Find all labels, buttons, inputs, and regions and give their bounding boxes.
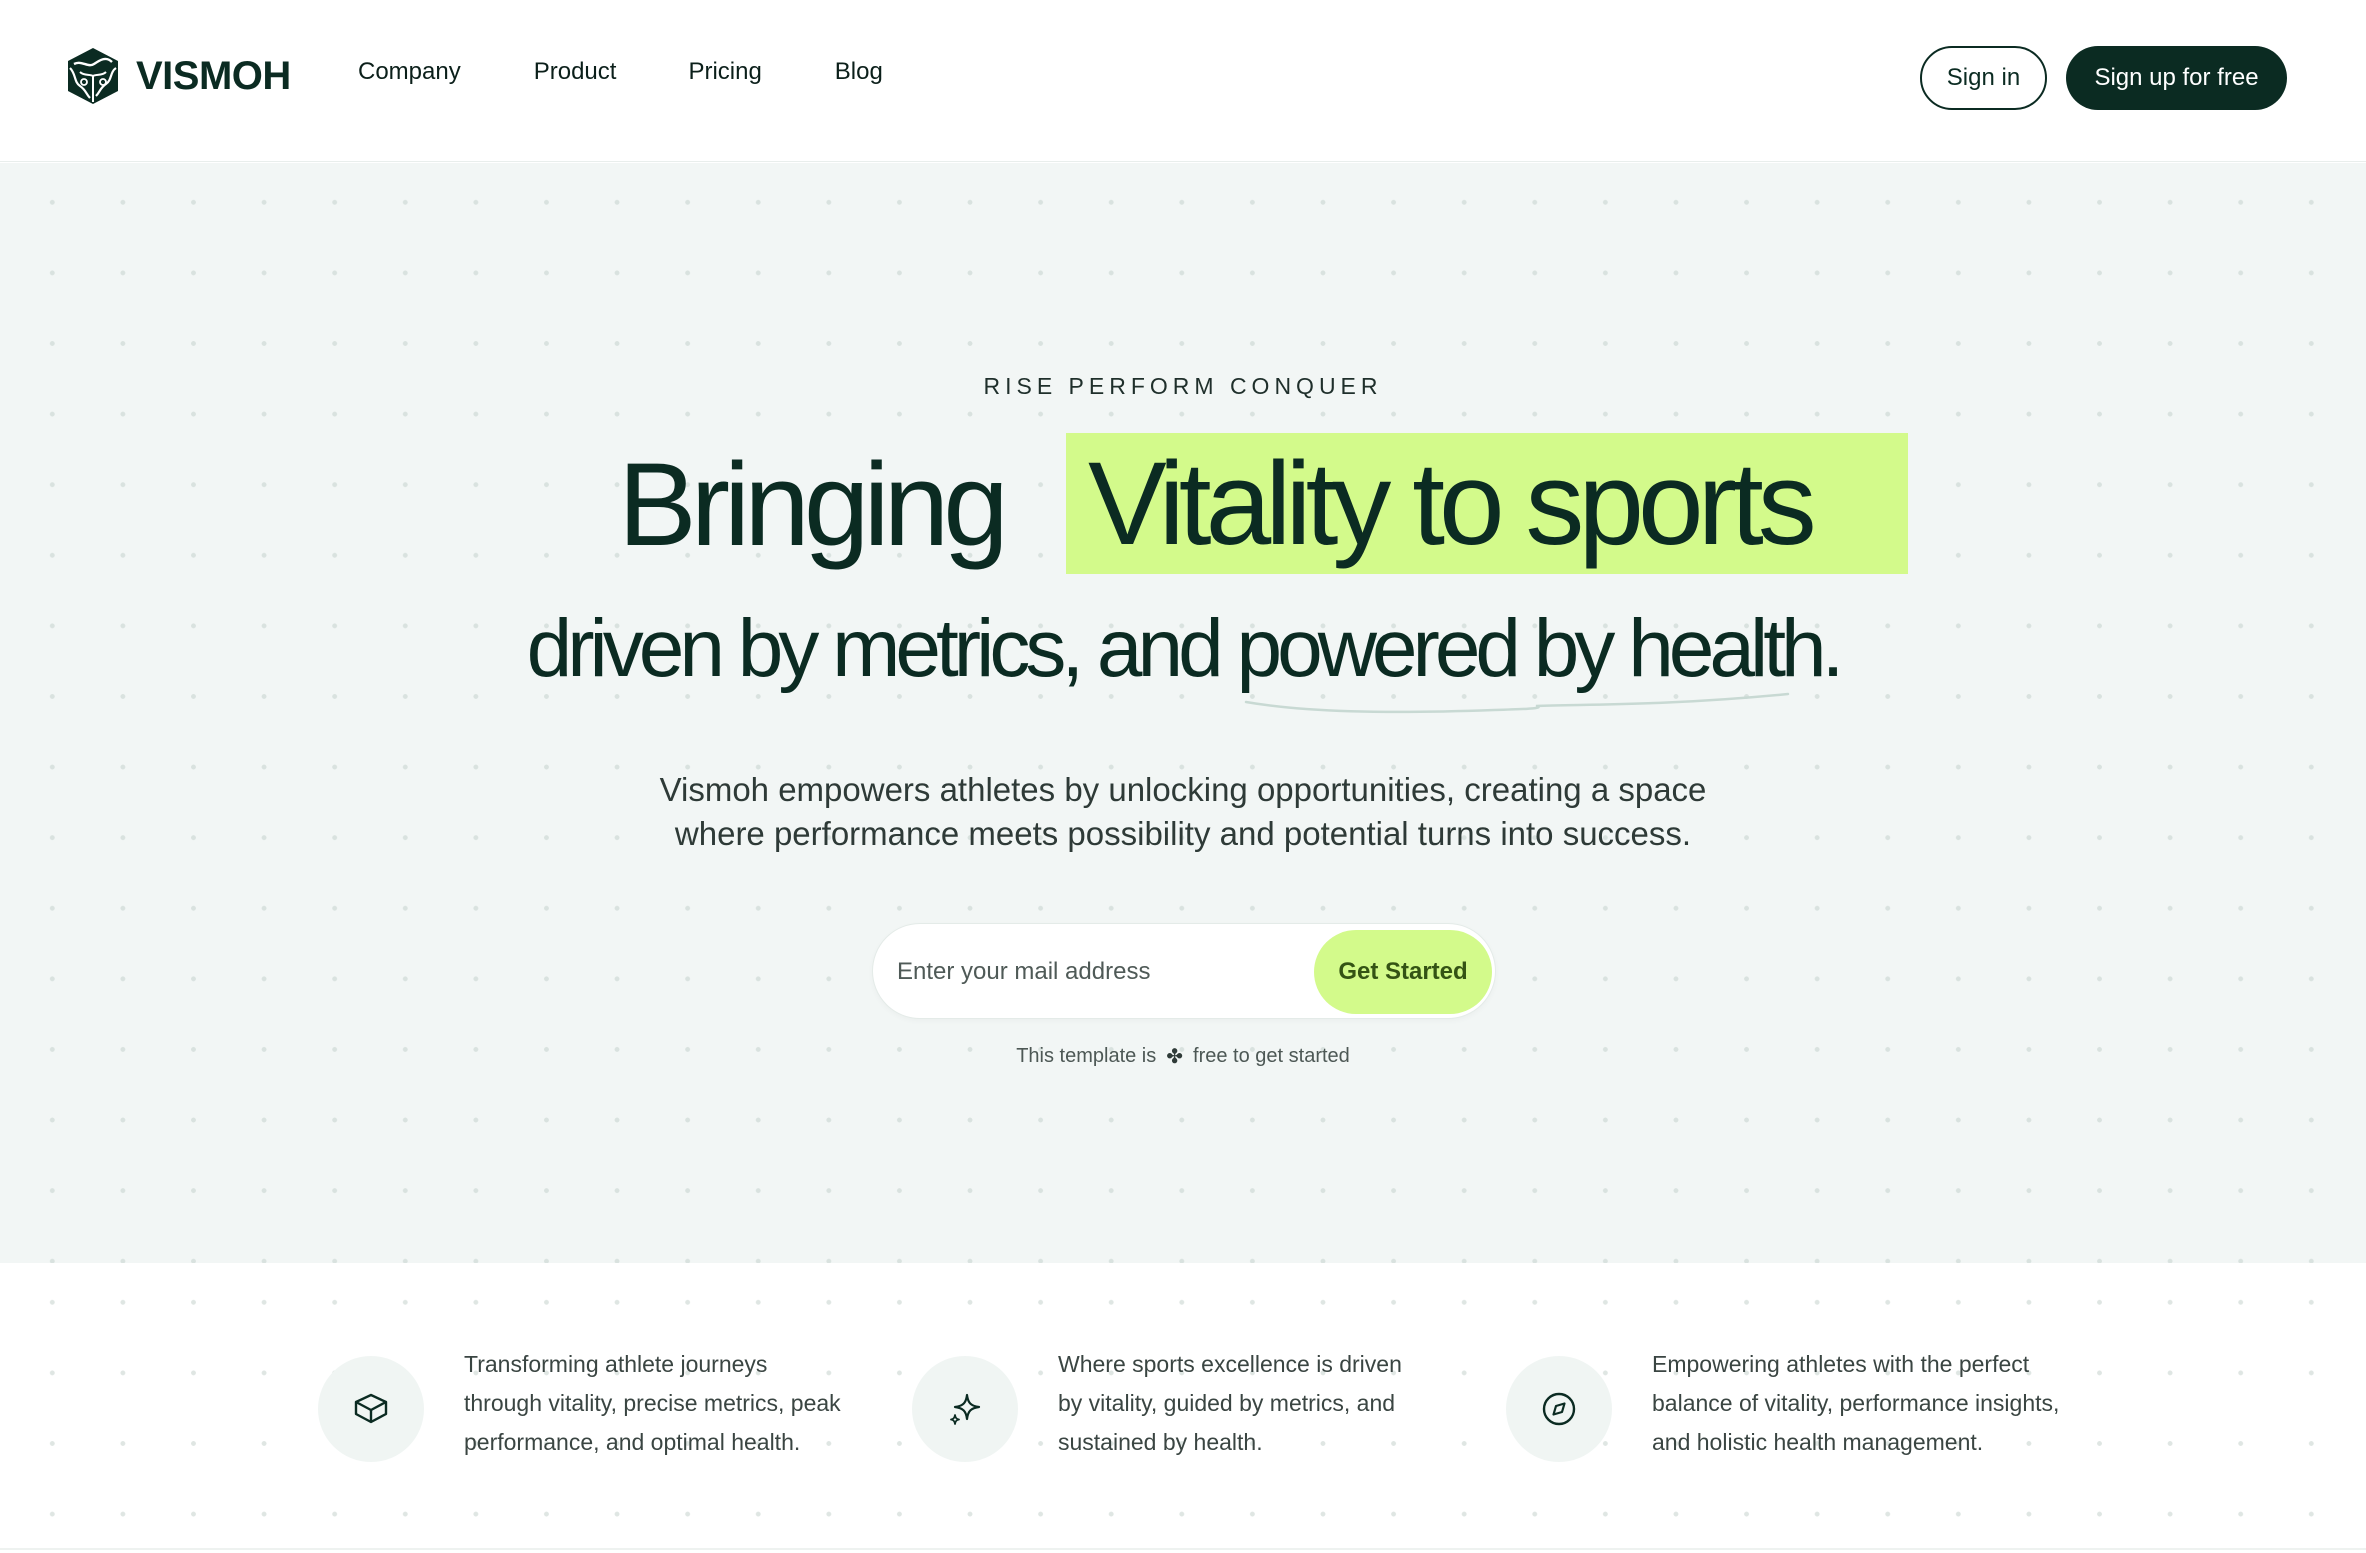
feature-description: Where sports excellence is driven by vit… (1058, 1345, 1402, 1462)
feature-icon-badge (318, 1356, 424, 1462)
feature-line: Empowering athletes with the perfect (1652, 1351, 2030, 1377)
squiggle-underline-icon (1244, 692, 1790, 714)
headline-highlight: Vitality to sports (1066, 433, 1908, 574)
section-divider (0, 1548, 2366, 1550)
feature-line: Where sports excellence is driven (1058, 1351, 1402, 1377)
feature-description: Empowering athletes with the perfect bal… (1652, 1345, 2059, 1462)
compass-icon (1542, 1392, 1576, 1426)
nav-item-company[interactable]: Company (358, 58, 461, 86)
nav-item-product[interactable]: Product (534, 58, 617, 86)
hero-subtitle: Vismoh empowers athletes by unlocking op… (0, 768, 2366, 856)
feature-line: through vitality, precise metrics, peak (464, 1390, 841, 1416)
feature-item: Transforming athlete journeys through vi… (318, 1345, 841, 1462)
hero-headline-line2: driven by metrics, and powered by health… (526, 603, 1845, 694)
email-input[interactable] (897, 942, 1277, 1002)
sparkle-icon (950, 1393, 981, 1425)
feature-line: sustained by health. (1058, 1429, 1263, 1455)
main-nav: Company Product Pricing Blog (358, 58, 883, 86)
feature-icon-badge (912, 1356, 1018, 1462)
landing-page: VISMOH Company Product Pricing Blog Sign… (0, 0, 2366, 1553)
feature-line: by vitality, guided by metrics, and (1058, 1390, 1396, 1416)
brand-name: VISMOH (136, 53, 291, 98)
hero-headline-line1: Bringing (618, 430, 1009, 580)
sign-in-button[interactable]: Sign in (1920, 46, 2047, 110)
feature-icon-badge (1506, 1356, 1612, 1462)
free-template-note: This template is ✤ free to get started (0, 1044, 2366, 1069)
feature-description: Transforming athlete journeys through vi… (464, 1345, 841, 1462)
email-signup-form: Get Started (872, 923, 1496, 1019)
nav-item-blog[interactable]: Blog (835, 58, 883, 86)
brand-logo[interactable]: VISMOH (64, 44, 291, 108)
box-icon (354, 1393, 388, 1424)
feature-item: Where sports excellence is driven by vit… (912, 1345, 1402, 1462)
sign-up-button[interactable]: Sign up for free (2066, 46, 2287, 110)
site-header: VISMOH Company Product Pricing Blog Sign… (0, 0, 2366, 162)
hero-section: RISE PERFORM CONQUER Bringing Vitality t… (0, 163, 2366, 1263)
headline-highlight-text: Vitality to sports (1088, 437, 1817, 570)
get-started-button[interactable]: Get Started (1314, 930, 1492, 1014)
headline-word: Bringing (618, 439, 1009, 571)
nav-item-pricing[interactable]: Pricing (688, 58, 761, 86)
note-suffix: free to get started (1193, 1045, 1350, 1067)
clover-icon: ✤ (1166, 1046, 1184, 1068)
feature-line: balance of vitality, performance insight… (1652, 1390, 2060, 1416)
subtitle-line: where performance meets possibility and … (674, 815, 1692, 852)
feature-line: performance, and optimal health. (464, 1429, 801, 1455)
feature-line: and holistic health management. (1652, 1429, 1984, 1455)
logo-cube-icon (68, 48, 118, 104)
subtitle-line: Vismoh empowers athletes by unlocking op… (659, 771, 1707, 808)
feature-item: Empowering athletes with the perfect bal… (1506, 1345, 2059, 1462)
note-prefix: This template is (1016, 1045, 1157, 1067)
hero-eyebrow: RISE PERFORM CONQUER (983, 373, 1383, 399)
feature-line: Transforming athlete journeys (464, 1351, 768, 1377)
